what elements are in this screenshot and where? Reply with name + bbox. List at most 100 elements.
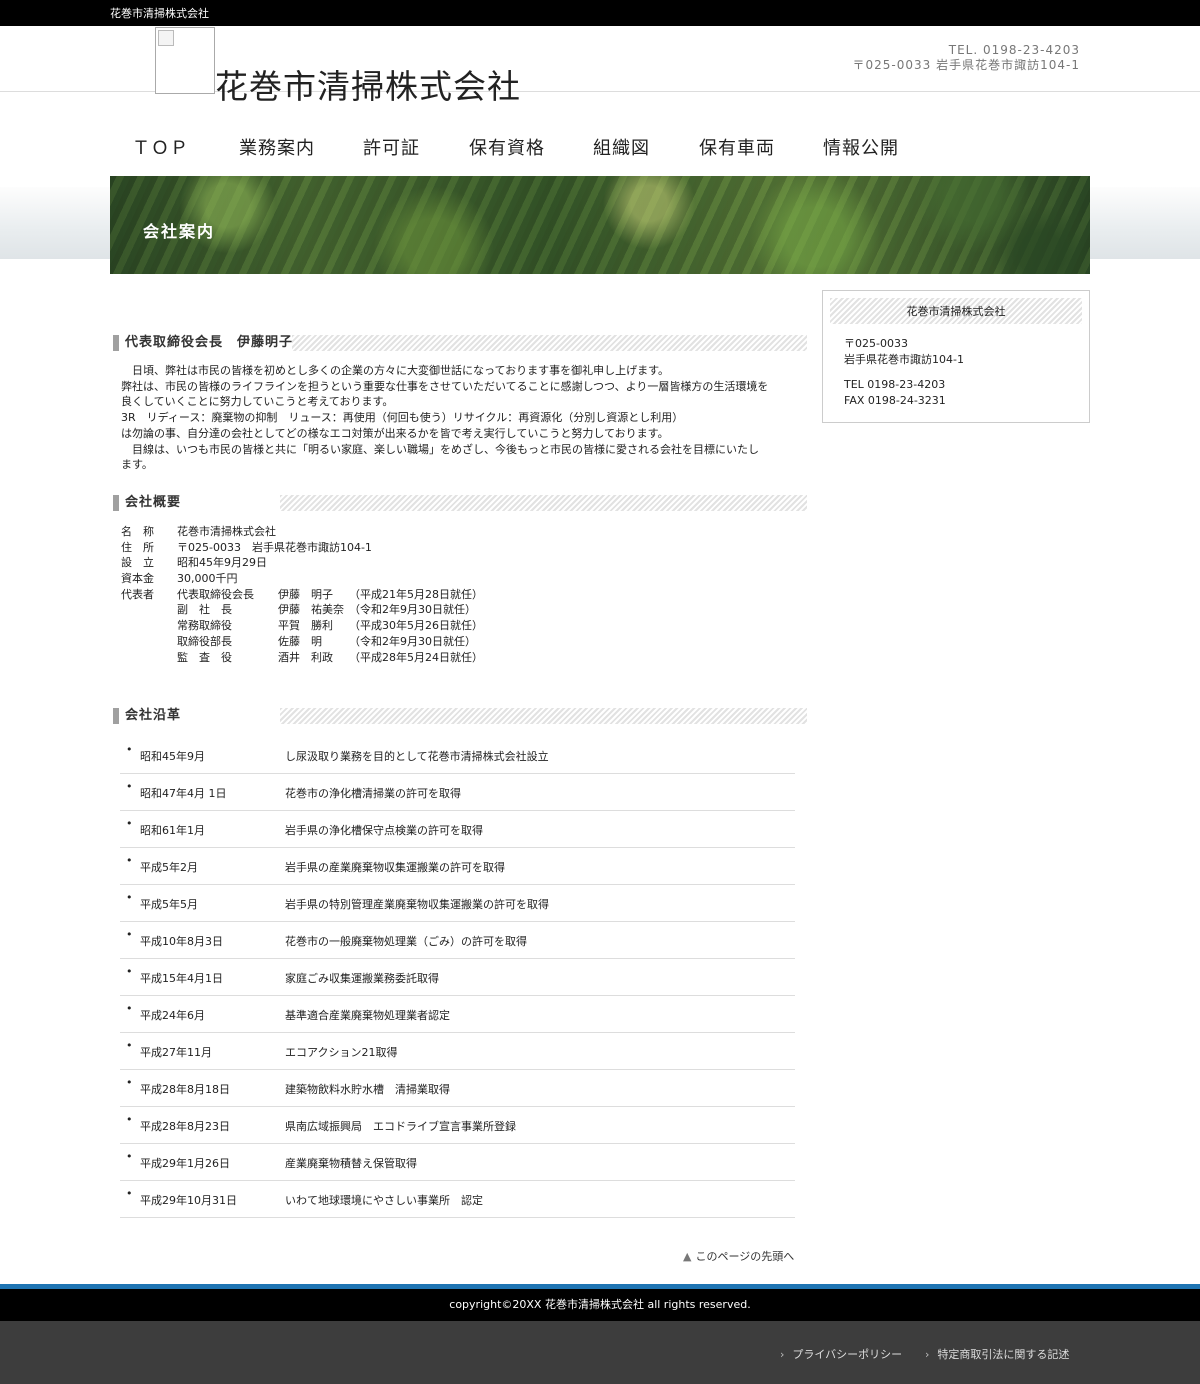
history-event: 岩手県の産業廃棄物収集運搬業の許可を取得 bbox=[285, 861, 505, 874]
history-date: 平成27年11月 bbox=[140, 1046, 212, 1059]
history-item: • 昭和47年4月 1日 花巻市の浄化槽清掃業の許可を取得 bbox=[120, 774, 795, 811]
history-item: • 昭和45年9月 し尿汲取り業務を目的として花巻市清掃株式会社設立 bbox=[120, 737, 795, 774]
nav-item-org-chart[interactable]: 組織図 bbox=[593, 134, 650, 160]
officer-note: （令和2年9月30日就任） bbox=[349, 634, 476, 648]
history-date: 昭和61年1月 bbox=[140, 824, 205, 837]
officer-name: 佐藤 明 bbox=[278, 634, 322, 648]
officer-name: 伊藤 明子 bbox=[278, 587, 333, 601]
page-top-link[interactable]: ▲ このページの先頭へ bbox=[683, 1248, 794, 1264]
hero-banner: 会社案内 bbox=[110, 176, 1090, 274]
history-date: 平成10年8月3日 bbox=[140, 935, 223, 948]
history-event: 建築物飲料水貯水槽 清掃業取得 bbox=[285, 1083, 450, 1096]
greeting-line: ます。 bbox=[121, 458, 153, 472]
history-date: 平成5年5月 bbox=[140, 898, 198, 911]
overview-label: 資本金 bbox=[121, 572, 154, 586]
history-item: • 平成27年11月 エコアクション21取得 bbox=[120, 1033, 795, 1070]
nav-item-disclosure[interactable]: 情報公開 bbox=[823, 134, 899, 160]
greeting-line: は勿論の事、自分達の会社としてどの様なエコ対策が出来るかを皆で考え実行していこう… bbox=[121, 426, 669, 440]
triangle-up-icon: ▲ bbox=[683, 1250, 692, 1263]
overview-heading-text: 会社概要 bbox=[125, 495, 182, 510]
top-bar-text: 花巻市清掃株式会社 bbox=[110, 7, 209, 20]
officer-name: 酒井 利政 bbox=[278, 650, 333, 664]
history-item: • 平成5年2月 岩手県の産業廃棄物収集運搬業の許可を取得 bbox=[120, 848, 795, 885]
history-item: • 平成28年8月18日 建築物飲料水貯水槽 清掃業取得 bbox=[120, 1070, 795, 1107]
history-event: 基準適合産業廃棄物処理業者認定 bbox=[285, 1009, 450, 1022]
greeting-line: 目線は、いつも市民の皆様と共に「明るい家庭、楽しい職場」をめざし、今後もっと市民… bbox=[121, 442, 759, 456]
footer-links: › プライバシーポリシー › 特定商取引法に関する記述 bbox=[0, 1321, 1200, 1384]
header-address: 〒025-0033 岩手県花巻市諏訪104-1 bbox=[852, 58, 1080, 72]
greeting-line: 弊社は、市民の皆様のライフラインを担うという重要な仕事をさせていただいてることに… bbox=[121, 379, 769, 393]
history-event: 岩手県の特別管理産業廃棄物収集運搬業の許可を取得 bbox=[285, 898, 549, 911]
officer-title: 監 査 役 bbox=[177, 650, 232, 664]
greeting-line: 良くしていくことに努力していこうと考えております。 bbox=[121, 395, 394, 409]
chevron-right-icon: › bbox=[925, 1348, 930, 1361]
officer-title: 取締役部長 bbox=[177, 634, 232, 648]
history-date: 昭和45年9月 bbox=[140, 750, 205, 763]
page-top-label: このページの先頭へ bbox=[695, 1250, 795, 1263]
officer-note: （令和2年9月30日就任） bbox=[349, 603, 476, 617]
sidebar-tel: TEL 0198-23-4203 bbox=[844, 378, 946, 391]
history-event: 産業廃棄物積替え保管取得 bbox=[285, 1157, 417, 1170]
footer-copyright: copyright©20XX 花巻市清掃株式会社 all rights rese… bbox=[0, 1289, 1200, 1321]
history-date: 平成29年10月31日 bbox=[140, 1194, 237, 1207]
global-nav: ＴＯＰ 業務案内 許可証 保有資格 組織図 保有車両 情報公開 bbox=[110, 92, 1090, 176]
heading-stripe bbox=[280, 708, 807, 724]
officer-name: 伊藤 祐美奈 bbox=[278, 603, 344, 617]
overview-value: 30,000千円 bbox=[177, 572, 238, 586]
history-item: • 平成15年4月1日 家庭ごみ収集運搬業務委託取得 bbox=[120, 959, 795, 996]
copyright-text: copyright©20XX 花巻市清掃株式会社 all rights rese… bbox=[449, 1298, 751, 1311]
greeting-heading: 代表取締役会長 伊藤明子 bbox=[113, 335, 807, 351]
overview-label: 代表者 bbox=[121, 587, 154, 601]
sidebar-title: 花巻市清掃株式会社 bbox=[830, 298, 1082, 324]
footer-link-label: 特定商取引法に関する記述 bbox=[937, 1348, 1070, 1361]
history-item: • 平成29年1月26日 産業廃棄物積替え保管取得 bbox=[120, 1144, 795, 1181]
officer-name: 平賀 勝利 bbox=[278, 619, 333, 633]
officer-title: 常務取締役 bbox=[177, 619, 232, 633]
history-date: 昭和47年4月 1日 bbox=[140, 787, 227, 800]
history-item: • 平成28年8月23日 県南広域振興局 エコドライブ宣言事業所登録 bbox=[120, 1107, 795, 1144]
history-item: • 平成10年8月3日 花巻市の一般廃棄物処理業（ごみ）の許可を取得 bbox=[120, 922, 795, 959]
footer-link-commerce[interactable]: › 特定商取引法に関する記述 bbox=[925, 1346, 1069, 1362]
overview-value: 花巻市清掃株式会社 bbox=[177, 525, 276, 538]
nav-item-licenses[interactable]: 許可証 bbox=[363, 134, 420, 160]
history-event: 花巻市の一般廃棄物処理業（ごみ）の許可を取得 bbox=[285, 935, 527, 948]
nav-item-services[interactable]: 業務案内 bbox=[239, 134, 315, 160]
history-item: • 昭和61年1月 岩手県の浄化槽保守点検業の許可を取得 bbox=[120, 811, 795, 848]
overview-value: 〒025-0033 岩手県花巻市諏訪104-1 bbox=[177, 540, 372, 554]
overview-label: 設 立 bbox=[121, 556, 154, 570]
officer-note: （平成21年5月28日就任） bbox=[349, 587, 483, 601]
logo-image[interactable] bbox=[155, 27, 215, 94]
history-heading-text: 会社沿革 bbox=[125, 708, 182, 723]
sidebar-fax: FAX 0198-24-3231 bbox=[844, 393, 946, 407]
history-item: • 平成29年10月31日 いわて地球環境にやさしい事業所 認定 bbox=[120, 1181, 795, 1218]
footer-link-label: プライバシーポリシー bbox=[792, 1348, 903, 1361]
header-contact: TEL. 0198-23-4203 〒025-0033 岩手県花巻市諏訪104-… bbox=[853, 43, 1080, 73]
history-item: • 平成5年5月 岩手県の特別管理産業廃棄物収集運搬業の許可を取得 bbox=[120, 885, 795, 922]
nav-item-top[interactable]: ＴＯＰ bbox=[132, 134, 189, 160]
page-title: 会社案内 bbox=[143, 222, 216, 241]
history-event: し尿汲取り業務を目的として花巻市清掃株式会社設立 bbox=[285, 750, 549, 763]
officer-note: （平成28年5月24日就任） bbox=[349, 650, 483, 664]
sidebar-postal: 〒025-0033 bbox=[844, 337, 908, 350]
officer-title: 代表取締役会長 bbox=[177, 587, 254, 601]
overview-value: 昭和45年9月29日 bbox=[177, 556, 267, 570]
history-date: 平成5年2月 bbox=[140, 861, 198, 874]
greeting-line: 3R リディース：廃棄物の抑制 リュース：再使用（何回も使う）リサイクル：再資源… bbox=[121, 411, 684, 425]
history-list: • 昭和45年9月 し尿汲取り業務を目的として花巻市清掃株式会社設立 • 昭和47年4… bbox=[120, 737, 795, 1218]
footer-link-privacy[interactable]: › プライバシーポリシー bbox=[780, 1346, 902, 1362]
officer-note: （平成30年5月26日就任） bbox=[349, 619, 483, 633]
overview-label: 名 称 bbox=[121, 525, 154, 538]
history-date: 平成24年6月 bbox=[140, 1009, 205, 1022]
sidebar-body: 〒025-0033 岩手県花巻市諏訪104-1 TEL 0198-23-4203… bbox=[844, 336, 964, 408]
history-date: 平成28年8月18日 bbox=[140, 1083, 230, 1096]
greeting-text: 日頃、弊社は市民の皆様を初めとし多くの企業の方々に大変御世話になっております事を… bbox=[121, 363, 801, 473]
officer-title: 副 社 長 bbox=[177, 603, 232, 617]
nav-item-qualifications[interactable]: 保有資格 bbox=[469, 134, 545, 160]
overview-label: 住 所 bbox=[121, 540, 154, 554]
chevron-right-icon: › bbox=[780, 1348, 785, 1361]
heading-stripe bbox=[292, 335, 807, 351]
heading-stripe bbox=[280, 495, 807, 511]
nav-item-vehicles[interactable]: 保有車両 bbox=[699, 134, 775, 160]
history-event: 岩手県の浄化槽保守点検業の許可を取得 bbox=[285, 824, 483, 837]
history-event: いわて地球環境にやさしい事業所 認定 bbox=[285, 1194, 483, 1207]
